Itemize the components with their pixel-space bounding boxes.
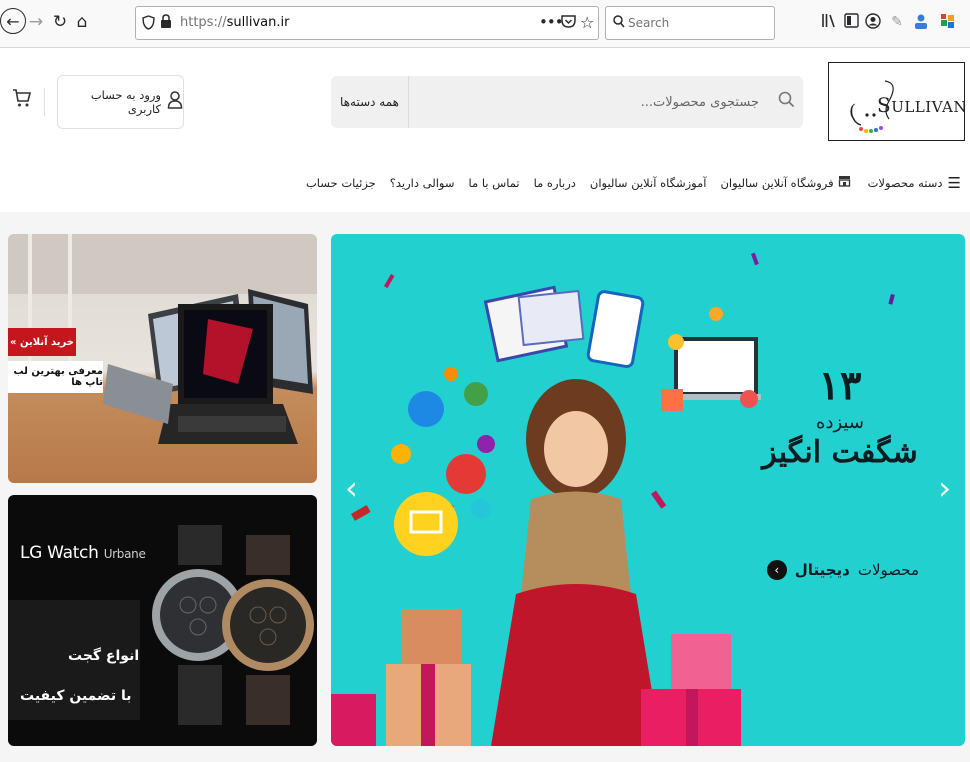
hero-slider[interactable]: ‹ › ۱۳ سیزده شگفت انگیز محصولات دیجیتال … bbox=[331, 234, 965, 746]
store-icon bbox=[838, 175, 851, 191]
slider-next-icon[interactable]: › bbox=[938, 469, 951, 507]
watch-line1: انواع گجت bbox=[68, 648, 140, 664]
forward-arrow-icon[interactable]: → bbox=[24, 10, 48, 34]
nav-item-about[interactable]: درباره ما bbox=[527, 176, 583, 190]
shield-icon[interactable] bbox=[142, 15, 156, 31]
buy-online-tag[interactable]: خرید آنلاین » bbox=[8, 328, 76, 356]
hero-headline: ۱۳ سیزده شگفت انگیز bbox=[755, 364, 925, 473]
hero-tagline: شگفت انگیز bbox=[762, 435, 918, 470]
buy-online-tag-label: خرید آنلاین » bbox=[10, 336, 74, 348]
logo-text: SULLIVAN bbox=[877, 93, 965, 117]
menu-icon: ☰ bbox=[947, 174, 961, 192]
hero-illustration bbox=[331, 252, 895, 746]
back-arrow-icon[interactable]: ← bbox=[0, 8, 26, 34]
watch-banner[interactable]: LG Watch Urbane انواع گجت با تضمین کیفیت bbox=[8, 495, 317, 746]
search-icon bbox=[613, 15, 625, 32]
laptop-caption-text: معرفی بهترین لب تاپ ها bbox=[13, 366, 103, 388]
nav-item-online-academy[interactable]: آموزشگاه آنلاین سالیوان bbox=[583, 176, 714, 190]
nav-item-account-details[interactable]: جزئیات حساب bbox=[299, 176, 383, 190]
reload-icon[interactable]: ↻ bbox=[48, 10, 72, 34]
hero-subtitle: سیزده bbox=[816, 412, 864, 433]
browser-search-field[interactable]: Search bbox=[605, 6, 775, 40]
cart-icon[interactable] bbox=[12, 88, 32, 113]
search-icon[interactable] bbox=[778, 91, 795, 113]
bookmark-star-icon[interactable]: ☆ bbox=[580, 13, 594, 32]
pocket-icon[interactable] bbox=[561, 14, 576, 32]
nav-item-label: فروشگاه آنلاین سالیوان bbox=[720, 176, 834, 190]
login-label: ورود به حساب کاربری bbox=[90, 88, 161, 116]
nav-categories[interactable]: ☰ دسته محصولات bbox=[862, 174, 968, 192]
browser-search-placeholder: Search bbox=[628, 16, 670, 30]
category-dropdown[interactable]: همه دسته‌ها bbox=[331, 76, 409, 128]
watch-brand-name: LG Watch bbox=[20, 543, 99, 563]
nav-item-contact[interactable]: تماس با ما bbox=[462, 176, 527, 190]
pen-icon[interactable]: ✎ bbox=[888, 13, 906, 31]
url-bar[interactable]: https://sullivan.ir ••• ☆ bbox=[135, 6, 599, 40]
site-logo[interactable]: ( SULLIVAN bbox=[828, 62, 965, 141]
library-icon[interactable] bbox=[820, 13, 838, 31]
hero-cta-prefix: محصولات bbox=[857, 561, 919, 579]
nav-categories-label: دسته محصولات bbox=[867, 176, 943, 190]
sidebar-icon[interactable] bbox=[842, 13, 860, 31]
chevron-right-icon: › bbox=[766, 560, 787, 580]
nav-item-label: درباره ما bbox=[533, 176, 576, 190]
category-dropdown-label: همه دسته‌ها bbox=[340, 95, 399, 109]
nav-item-label: آموزشگاه آنلاین سالیوان bbox=[589, 176, 707, 190]
header-divider bbox=[44, 88, 45, 116]
browser-toolbar: ← → ↻ ⌂ https://sullivan.ir ••• ☆ Search… bbox=[0, 0, 970, 48]
nav-item-label: جزئیات حساب bbox=[305, 176, 376, 190]
laptop-caption: معرفی بهترین لب تاپ ها bbox=[8, 361, 103, 393]
nav-item-label: سوالی دارید؟ bbox=[389, 176, 455, 190]
svg-text:(: ( bbox=[849, 101, 856, 122]
login-button[interactable]: ورود به حساب کاربری bbox=[57, 75, 184, 129]
hero-number: ۱۳ bbox=[818, 362, 862, 409]
url-text[interactable]: https://sullivan.ir bbox=[180, 15, 289, 30]
nav-item-faq[interactable]: سوالی دارید؟ bbox=[383, 176, 462, 190]
hero-cta-bold: دیجیتال bbox=[794, 561, 850, 579]
nav-item-label: تماس با ما bbox=[468, 176, 520, 190]
user-icon bbox=[167, 90, 183, 114]
lock-icon[interactable] bbox=[160, 14, 174, 30]
laptop-image bbox=[8, 234, 317, 444]
watch-image bbox=[8, 525, 314, 725]
page-actions-icon[interactable]: ••• bbox=[539, 13, 564, 31]
nav-item-online-store[interactable]: فروشگاه آنلاین سالیوان bbox=[713, 175, 857, 191]
watch-model-name: Urbane bbox=[103, 547, 146, 561]
home-icon[interactable]: ⌂ bbox=[70, 10, 94, 34]
profile-icon[interactable] bbox=[912, 13, 930, 31]
main-nav: ☰ دسته محصولات فروشگاه آنلاین سالیوان آم… bbox=[306, 170, 968, 196]
product-search-input[interactable] bbox=[411, 76, 803, 128]
hero-cta-link[interactable]: محصولات دیجیتال › bbox=[766, 560, 919, 580]
watch-line2: با تضمین کیفیت bbox=[20, 688, 132, 704]
account-icon[interactable] bbox=[864, 13, 882, 31]
product-search: همه دسته‌ها bbox=[331, 76, 803, 128]
watch-brand: LG Watch Urbane bbox=[20, 543, 146, 563]
slider-prev-icon[interactable]: ‹ bbox=[345, 469, 358, 507]
extension-icon[interactable] bbox=[940, 13, 958, 31]
laptop-banner[interactable]: خرید آنلاین » معرفی بهترین لب تاپ ها bbox=[8, 234, 317, 483]
